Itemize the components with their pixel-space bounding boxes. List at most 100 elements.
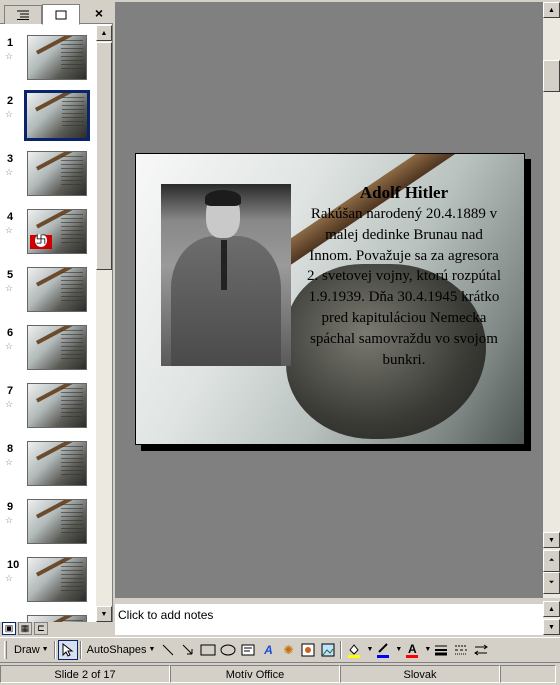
font-color-icon: A bbox=[406, 642, 419, 658]
close-pane-button[interactable]: × bbox=[91, 5, 107, 21]
normal-view-icon: ▣ bbox=[4, 623, 14, 633]
view-buttons: ▣ ▦ ⊏ bbox=[2, 622, 62, 636]
slide-show-icon: ⊏ bbox=[37, 623, 45, 633]
font-color-button[interactable]: A bbox=[402, 640, 422, 660]
slide-thumbnail[interactable]: 1 ☆ bbox=[0, 34, 96, 92]
slide-thumbnail[interactable]: 7 ☆ bbox=[0, 382, 96, 440]
portrait-photo[interactable] bbox=[161, 184, 291, 366]
slide-number: 6 bbox=[7, 327, 14, 339]
toolbar-grip[interactable] bbox=[4, 640, 7, 659]
scroll-up-button[interactable]: ▲ bbox=[96, 25, 112, 41]
select-pointer-button[interactable] bbox=[57, 639, 78, 660]
notes-scrollbar[interactable]: ▲ ▼ bbox=[543, 601, 560, 635]
slide-preview bbox=[27, 267, 87, 312]
slide-thumbnail[interactable]: 5 ☆ bbox=[0, 266, 96, 324]
transition-star-icon: ☆ bbox=[5, 341, 14, 351]
arrow-up-icon: ▲ bbox=[548, 6, 555, 14]
slide-preview bbox=[27, 615, 87, 622]
slide-sorter-button[interactable]: ▦ bbox=[18, 622, 32, 635]
notes-placeholder: Click to add notes bbox=[118, 608, 214, 622]
dropdown-arrow-icon[interactable]: ▼ bbox=[366, 646, 373, 653]
outline-icon bbox=[17, 10, 29, 20]
transition-star-icon: ☆ bbox=[5, 573, 14, 583]
slide-body-text: Rakúšan narodený 20.4.1889 v malej dedin… bbox=[307, 206, 501, 368]
scroll-down-button[interactable]: ▼ bbox=[543, 619, 560, 635]
clip-art-button[interactable] bbox=[298, 640, 318, 660]
rectangle-button[interactable] bbox=[198, 640, 218, 660]
pane-tabs: × bbox=[0, 0, 113, 25]
slide-number: 1 bbox=[7, 37, 14, 49]
slide-thumbnail[interactable]: 10 ☆ bbox=[0, 556, 96, 614]
slide-preview bbox=[27, 209, 87, 254]
status-empty-cell bbox=[500, 665, 556, 683]
slide-number: 2 bbox=[7, 95, 14, 107]
slide-thumbnail[interactable]: 2 ☆ bbox=[0, 90, 96, 150]
autoshapes-menu-button[interactable]: AutoShapes ▼ bbox=[84, 640, 159, 660]
slide-show-button[interactable]: ⊏ bbox=[34, 622, 48, 635]
dropdown-arrow-icon[interactable]: ▼ bbox=[395, 646, 402, 653]
slide-number: 3 bbox=[7, 153, 14, 165]
slide-number: 4 bbox=[7, 211, 14, 223]
draw-menu-button[interactable]: Draw ▼ bbox=[11, 640, 52, 660]
slide-sorter-icon: ▦ bbox=[20, 623, 30, 633]
scroll-down-button[interactable]: ▼ bbox=[96, 606, 112, 622]
tab-outline[interactable] bbox=[4, 5, 42, 24]
tab-slides[interactable] bbox=[42, 4, 80, 25]
normal-view-button[interactable]: ▣ bbox=[2, 622, 16, 635]
diagram-icon: ✺ bbox=[283, 642, 294, 657]
double-up-icon: ⏶ bbox=[548, 557, 555, 564]
slides-pane: × 1☆2☆3☆4☆5☆6☆7☆8☆9☆10☆☆ ▲ ▼ bbox=[0, 0, 113, 622]
close-icon: × bbox=[94, 5, 104, 21]
transition-star-icon: ☆ bbox=[5, 51, 14, 61]
diagram-button[interactable]: ✺ bbox=[278, 640, 298, 660]
slide-preview bbox=[27, 35, 87, 80]
arrow-up-icon: ▲ bbox=[100, 29, 108, 37]
text-box-button[interactable] bbox=[238, 640, 258, 660]
slide-thumbnail[interactable]: 3 ☆ bbox=[0, 150, 96, 208]
dropdown-arrow-icon[interactable]: ▼ bbox=[424, 646, 431, 653]
scroll-up-button[interactable]: ▲ bbox=[543, 2, 560, 18]
slide-thumbnail[interactable]: 6 ☆ bbox=[0, 324, 96, 382]
drawing-toolbar: Draw ▼ AutoShapes ▼ A ✺ ▼ ▼ A ▼ bbox=[0, 637, 560, 661]
text-box-icon bbox=[241, 644, 255, 655]
current-slide[interactable]: Adolf Hitler Rakúšan narodený 20.4.1889 … bbox=[135, 153, 525, 445]
transition-star-icon: ☆ bbox=[5, 109, 14, 119]
transition-star-icon: ☆ bbox=[5, 399, 14, 409]
slide-number: 10 bbox=[7, 559, 20, 571]
next-slide-button[interactable]: ⏷ bbox=[543, 572, 560, 594]
slide-thumbnail[interactable]: 4 ☆ bbox=[0, 208, 96, 266]
dash-style-icon bbox=[455, 645, 468, 654]
line-style-icon bbox=[435, 645, 448, 655]
arrow-style-icon bbox=[474, 644, 489, 655]
dropdown-arrow-icon: ▼ bbox=[41, 646, 49, 653]
slide-text-box[interactable]: Adolf Hitler Rakúšan narodený 20.4.1889 … bbox=[304, 182, 504, 370]
flag-graphic bbox=[30, 234, 52, 249]
line-color-button[interactable] bbox=[373, 640, 393, 660]
arrow-button[interactable] bbox=[178, 640, 198, 660]
arrow-style-button[interactable] bbox=[471, 640, 491, 660]
slide-thumbnail[interactable]: 8 ☆ bbox=[0, 440, 96, 498]
notes-pane[interactable]: Click to add notes bbox=[115, 601, 543, 635]
line-button[interactable] bbox=[158, 640, 178, 660]
transition-star-icon: ☆ bbox=[5, 167, 14, 177]
scroll-up-button[interactable]: ▲ bbox=[543, 601, 560, 617]
scroll-thumb[interactable] bbox=[96, 42, 112, 270]
picture-button[interactable] bbox=[318, 640, 338, 660]
oval-button[interactable] bbox=[218, 640, 238, 660]
theme-name: Motív Office bbox=[170, 665, 340, 683]
rectangle-icon bbox=[200, 644, 216, 655]
previous-slide-button[interactable]: ⏶ bbox=[543, 550, 560, 572]
thumbnail-scrollbar[interactable]: ▲ ▼ bbox=[96, 25, 112, 622]
slide-scrollbar[interactable]: ▲ ▼ ⏶ ⏷ bbox=[543, 2, 560, 598]
scroll-down-button[interactable]: ▼ bbox=[543, 532, 560, 548]
scroll-thumb[interactable] bbox=[543, 60, 560, 92]
wordart-icon: A bbox=[264, 642, 273, 657]
fill-color-button[interactable] bbox=[344, 640, 364, 660]
slide-number: 5 bbox=[7, 269, 14, 281]
dash-style-button[interactable] bbox=[451, 640, 471, 660]
line-icon bbox=[163, 644, 174, 655]
line-style-button[interactable] bbox=[431, 640, 451, 660]
slide-thumbnail[interactable]: 9 ☆ bbox=[0, 498, 96, 556]
slide-thumbnail[interactable]: ☆ bbox=[0, 614, 96, 622]
wordart-button[interactable]: A bbox=[258, 640, 278, 660]
